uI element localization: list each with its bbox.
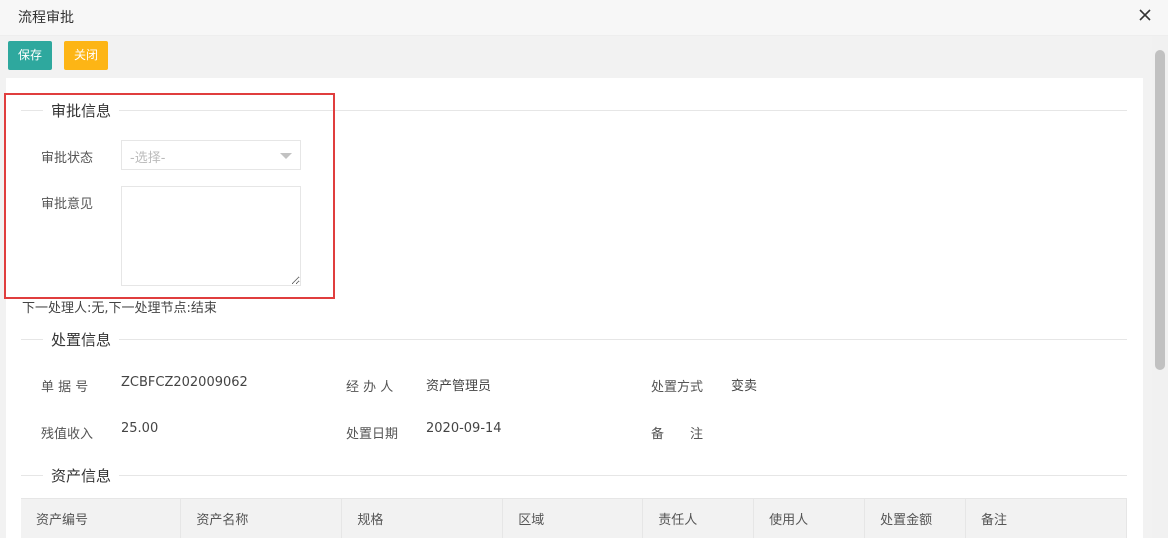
assets-table: 资产编号 资产名称 规格 区域 责任人 使用人 处置金额 备注	[21, 498, 1127, 538]
opinion-textarea[interactable]	[121, 186, 301, 286]
divider	[21, 110, 1127, 111]
form-panel: 审批信息 审批状态 -选择- 审批意见 下一处理人:无,下一处理节点:结束 处置…	[6, 78, 1143, 538]
table-header-row: 资产编号 资产名称 规格 区域 责任人 使用人 处置金额 备注	[21, 498, 1127, 538]
disposal-legend: 处置信息	[43, 329, 120, 350]
status-placeholder: -选择-	[130, 151, 166, 166]
scrollbar[interactable]	[1152, 36, 1168, 538]
remark-label: 备 注	[651, 427, 704, 442]
handler-label: 经 办 人	[346, 380, 394, 395]
opinion-label: 审批意见	[41, 197, 94, 212]
next-handler-info: 下一处理人:无,下一处理节点:结束	[22, 301, 217, 316]
save-button[interactable]: 保存	[8, 41, 53, 70]
approval-legend: 审批信息	[43, 100, 120, 121]
disposal-section-header: 处置信息	[21, 329, 1127, 350]
date-value: 2020-09-14	[426, 421, 502, 436]
divider	[21, 339, 1127, 340]
status-label: 审批状态	[41, 151, 94, 166]
column-header[interactable]: 使用人	[753, 498, 866, 538]
scrollbar-thumb[interactable]	[1155, 50, 1165, 370]
column-header[interactable]: 责任人	[642, 498, 755, 538]
doc-no-label: 单 据 号	[41, 380, 89, 395]
assets-legend: 资产信息	[43, 465, 120, 486]
title-bar: 流程审批	[0, 0, 1168, 36]
column-header[interactable]: 规格	[341, 498, 504, 538]
date-label: 处置日期	[346, 427, 399, 442]
divider	[21, 475, 1127, 476]
chevron-down-icon	[280, 153, 292, 159]
residual-value: 25.00	[121, 421, 159, 436]
doc-no-value: ZCBFCZ202009062	[121, 375, 248, 390]
column-header[interactable]: 资产编号	[21, 498, 182, 538]
toolbar: 保存 关闭	[0, 36, 1168, 76]
column-header[interactable]: 备注	[965, 498, 1127, 538]
column-header[interactable]: 区域	[502, 498, 644, 538]
close-button[interactable]: 关闭	[64, 41, 109, 70]
method-label: 处置方式	[651, 380, 704, 395]
status-select[interactable]: -选择-	[121, 140, 301, 170]
column-header[interactable]: 处置金额	[864, 498, 967, 538]
close-icon[interactable]	[1136, 6, 1154, 24]
approval-section-header: 审批信息	[21, 100, 1127, 121]
window-title: 流程审批	[18, 10, 74, 26]
method-value: 变卖	[731, 379, 758, 394]
residual-label: 残值收入	[41, 427, 94, 442]
column-header[interactable]: 资产名称	[180, 498, 343, 538]
handler-value: 资产管理员	[426, 379, 492, 394]
assets-section-header: 资产信息	[21, 465, 1127, 486]
